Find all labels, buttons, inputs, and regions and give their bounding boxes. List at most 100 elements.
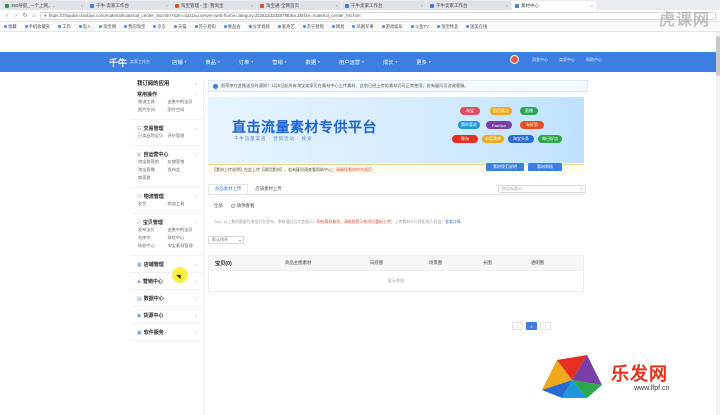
banner-pill[interactable]: 淘宝 (460, 107, 480, 115)
sidebar-group-title[interactable]: ▤ 数据中心 › (131, 292, 203, 303)
close-icon[interactable]: × (506, 3, 508, 8)
sidebar-link[interactable]: 店铺营销 (168, 159, 198, 165)
close-icon[interactable]: × (591, 3, 593, 8)
sidebar-link[interactable]: 发布宝贝 (138, 227, 168, 233)
browser-tab[interactable]: 淘宝通-全网首页 × (257, 1, 341, 10)
bookmark-item[interactable]: 斗鱼TV (410, 24, 429, 30)
sidebar-link[interactable]: 图片空间 (138, 107, 168, 113)
refresh-icon[interactable]: ↻ (22, 13, 28, 19)
scrollbar-thumb[interactable] (716, 36, 720, 76)
sidebar-header[interactable]: 我订阅的应用 › (131, 78, 203, 88)
browser-tab[interactable]: 千牛卖家工作台 × (342, 1, 426, 10)
nav-link-messages[interactable]: 消息中心 (529, 57, 551, 62)
review-button[interactable]: 素材审核 (528, 163, 562, 171)
close-icon[interactable]: × (421, 3, 423, 8)
bookmark-item[interactable]: 手机收藏夹 (24, 24, 50, 30)
bookmark-item[interactable]: 凤凰军事 (352, 24, 374, 30)
banner-pill[interactable]: 猜你喜欢 (458, 121, 480, 129)
sidebar-link[interactable]: 商家群 (138, 175, 168, 181)
next-page-button[interactable]: › (540, 322, 551, 330)
nav-link-seller-center[interactable]: 卖家中心 (556, 57, 578, 62)
bookmark-item[interactable]: 游戏娱乐 (381, 24, 403, 30)
bookmark-item[interactable]: 苏宁易购 (302, 24, 324, 30)
bookmark-item[interactable]: 爱奇艺 (277, 24, 295, 30)
sidebar-link[interactable]: 物流工具 (168, 201, 198, 207)
close-icon[interactable]: × (81, 3, 83, 8)
banner-pill[interactable]: 微淘 (452, 135, 478, 143)
sidebar-link[interactable]: 发货 (138, 201, 168, 207)
bookmark-item[interactable]: 京东 (153, 24, 166, 30)
radio-button[interactable] (230, 204, 235, 208)
sidebar-group-title[interactable]: ◉ 货源中心 › (131, 309, 203, 320)
banner-pill[interactable]: 首页焦点 (490, 107, 512, 115)
sidebar-group-title[interactable]: ◈ 营销中心 › (131, 275, 203, 286)
sidebar-group-title[interactable]: ▦ 店铺管理 › (131, 258, 203, 269)
sidebar-link[interactable]: 图片空间 (168, 107, 198, 113)
sidebar-link[interactable]: 物流工具 (138, 99, 168, 105)
sidebar-group-title[interactable]: 常用操作 › (131, 88, 203, 99)
search-icon[interactable]: ⌕ (580, 186, 583, 192)
browser-tab[interactable]: 千牛卖家工作台 × (427, 1, 511, 10)
sidebar-link[interactable]: 体检中心 (138, 243, 168, 249)
sidebar-link[interactable]: 淘宝素材管理 (168, 243, 198, 249)
sidebar-link[interactable]: 已卖出的宝贝 (138, 133, 168, 139)
tips-link[interactable]: 查看详情 (445, 219, 461, 224)
tab-product-material[interactable]: 商品素材上传 (208, 184, 249, 194)
bookmark-item[interactable]: 唯品会 (223, 24, 241, 30)
banner-pill[interactable]: 淘宝头条 (508, 135, 534, 143)
bookmark-item[interactable]: 天猫 (173, 24, 187, 30)
sidebar-group-title[interactable]: ▭ 物流管理 › (131, 190, 203, 201)
sidebar-group-title[interactable]: ☷ 交易管理 › (131, 122, 203, 133)
close-icon[interactable]: × (251, 3, 253, 8)
promo-banner[interactable]: 直击流量素材专供平台 千牛流量渠道 · 营销活动 · 搜索 淘宝 首页焦点 直播 Fa… (208, 97, 584, 163)
sidebar-link[interactable]: 评价管理 (168, 133, 198, 139)
nav-item[interactable]: 店铺 ▾ (172, 58, 186, 66)
sort-select[interactable]: 默认排序 ▾ (208, 236, 244, 244)
url-input[interactable]: ● https://zhiqulxin.taobao.com/material/… (40, 11, 716, 20)
bookmark-item[interactable]: 国美在线 (466, 24, 487, 30)
home-icon[interactable]: ⌂ (31, 13, 37, 19)
browser-tab[interactable]: 360导航_一个上网，.. × (2, 1, 86, 10)
banner-pill[interactable]: 必买清单 (482, 135, 504, 143)
sidebar-link[interactable]: 发布会 (168, 167, 198, 173)
sidebar-link[interactable]: 出售中的宝贝 (168, 99, 198, 105)
banner-pill[interactable]: 有好货 (520, 121, 544, 129)
nav-item[interactable]: 订单 ▾ (239, 58, 253, 66)
avatar[interactable] (510, 55, 519, 64)
sidebar-link[interactable]: 出售中的宝贝 (168, 227, 198, 233)
nav-link-help[interactable]: 帮助中心 (583, 57, 605, 62)
page-button-1[interactable]: 1 (526, 322, 537, 330)
bookmark-item[interactable]: 分享视频 (248, 24, 270, 30)
close-icon[interactable]: × (336, 3, 338, 8)
sidebar-link[interactable]: 体检中心 (168, 235, 198, 241)
app-logo[interactable]: 千牛 (109, 56, 127, 69)
browser-tab[interactable]: 淘宝管理 - 宝: 我淘宝 × (172, 1, 256, 10)
bookmark-item[interactable]: 工作 (58, 24, 71, 30)
bookmark-item[interactable]: 苏宁易购 (194, 24, 216, 30)
bookmark-item[interactable]: 电入 (78, 24, 91, 30)
prev-page-button[interactable]: ‹ (512, 322, 523, 330)
tab-shop-material[interactable]: 店铺素材上传 (248, 184, 288, 194)
nav-item[interactable]: 营销 ▾ (272, 58, 286, 66)
bookmark-item[interactable]: 收藏 (4, 24, 17, 30)
sidebar-link[interactable]: 淘宝群营销 (138, 159, 168, 165)
banner-pill[interactable]: 直播 (520, 107, 538, 115)
sidebar-link[interactable]: 仓库中 (138, 235, 168, 241)
scrollbar[interactable] (716, 32, 720, 415)
sidebar-link[interactable]: 淘宝直播 (138, 167, 168, 173)
banner-pill[interactable]: Fashion (486, 121, 512, 129)
sidebar-group-title[interactable]: ▣ 软件服务 › (131, 326, 203, 337)
browser-tab[interactable]: 千牛-卖家工作台 × (87, 1, 171, 10)
nav-item[interactable]: 成长 ▾ (383, 58, 397, 66)
search-input[interactable]: 商品标题/ID ⌕ (498, 185, 586, 193)
sidebar-group-title[interactable]: ◎ 自运营中心 › (131, 148, 203, 159)
banner-pill[interactable]: 每日好店 (538, 135, 562, 143)
nav-item[interactable]: 商品 ▾ (205, 58, 219, 66)
browser-tab[interactable]: 素材中心 × (512, 1, 596, 10)
bookmark-item[interactable]: 淘宝网 (99, 24, 116, 30)
close-icon[interactable]: × (166, 3, 168, 8)
back-icon[interactable]: ‹ (4, 13, 10, 19)
nav-item[interactable]: 用户运营 ▾ (339, 58, 364, 66)
nav-item[interactable]: 数据 ▾ (306, 58, 320, 66)
bookmark-item[interactable]: 我的淘宝 (124, 24, 145, 30)
